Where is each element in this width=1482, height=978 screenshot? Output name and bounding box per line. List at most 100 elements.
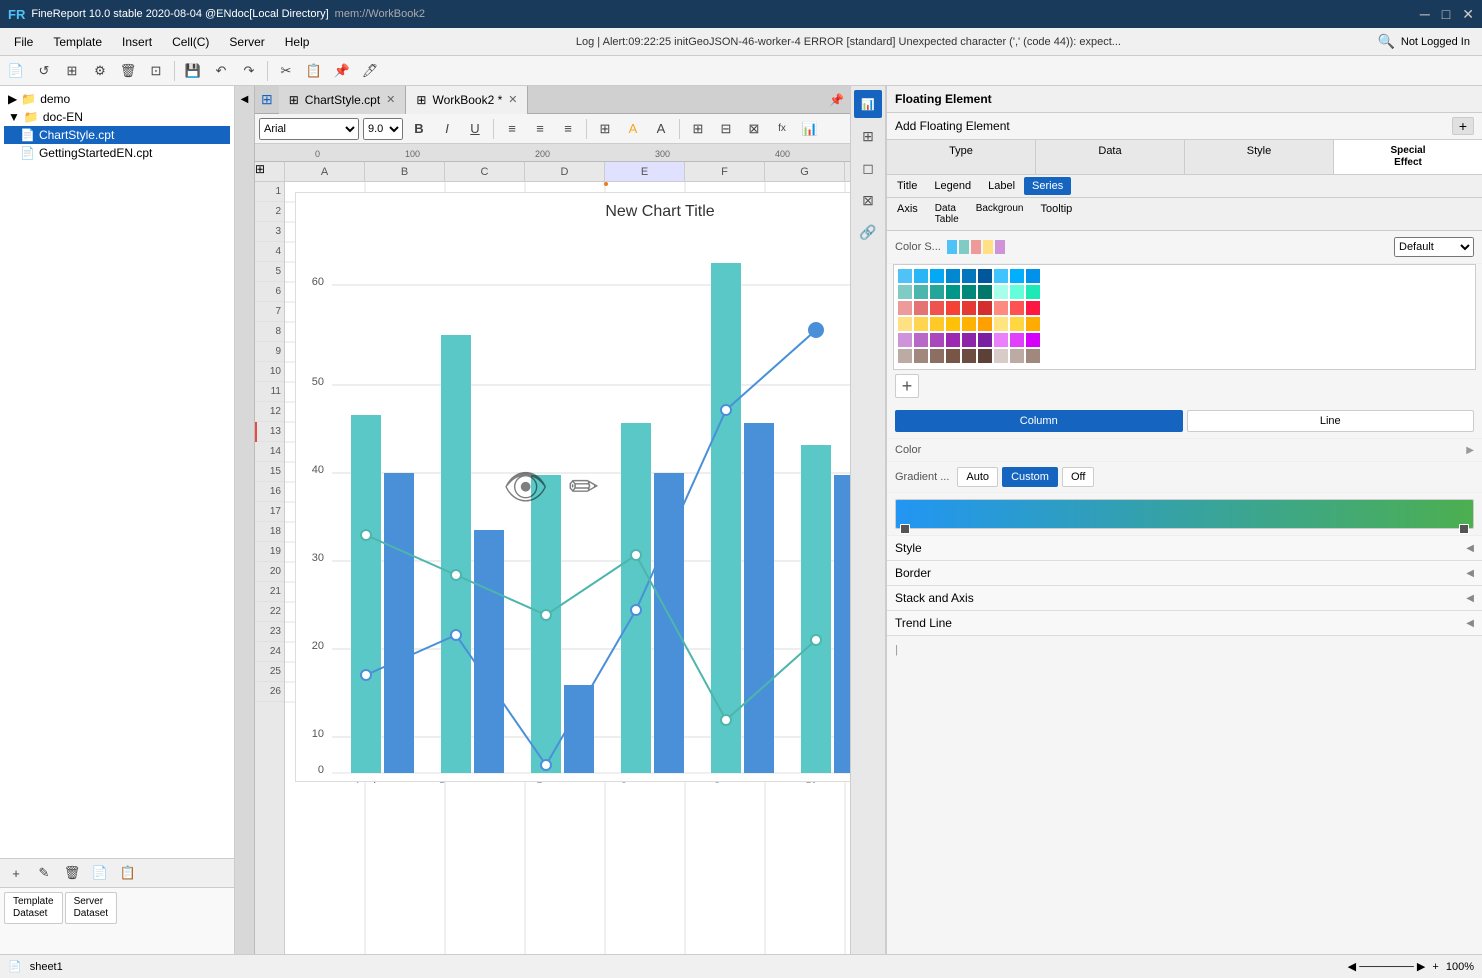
gradient-off-btn[interactable]: Off	[1062, 467, 1094, 487]
add-color-btn[interactable]: +	[895, 374, 919, 398]
color-cell[interactable]	[994, 269, 1008, 283]
sub-tab2-background[interactable]: Backgroun	[968, 200, 1032, 228]
color-cell[interactable]	[1026, 317, 1040, 331]
format-paste-btn[interactable]: 🖊	[358, 59, 382, 83]
gradient-custom-btn[interactable]: Custom	[1002, 467, 1058, 487]
edit-dataset-btn[interactable]: ✎	[32, 861, 56, 885]
zoom-out-btn[interactable]: ◀	[1348, 961, 1356, 973]
color-cell[interactable]	[1010, 317, 1024, 331]
prop-tab-special[interactable]: SpecialEffect	[1334, 140, 1482, 174]
color-cell[interactable]	[1010, 285, 1024, 299]
search-icon[interactable]: 🔍	[1377, 33, 1394, 50]
font-size-select[interactable]: 9.0	[363, 118, 403, 140]
layout-icon[interactable]: ⊠	[854, 186, 882, 214]
color-cell[interactable]	[946, 285, 960, 299]
template-dataset-tab[interactable]: TemplateDataset	[4, 892, 63, 924]
settings-btn[interactable]: ⚙	[88, 59, 112, 83]
border-section-header[interactable]: Border ◀	[887, 561, 1482, 586]
color-cell[interactable]	[962, 285, 976, 299]
refresh-btn[interactable]: ↺	[32, 59, 56, 83]
menu-file[interactable]: File	[4, 31, 43, 53]
color-cell[interactable]	[898, 301, 912, 315]
color-cell[interactable]	[978, 269, 992, 283]
color-cell[interactable]	[962, 333, 976, 347]
color-cell[interactable]	[994, 349, 1008, 363]
color-cell[interactable]	[930, 333, 944, 347]
menu-server[interactable]: Server	[219, 31, 274, 53]
color-cell[interactable]	[930, 317, 944, 331]
font-color-btn[interactable]: A	[649, 117, 673, 141]
formula-btn[interactable]: fx	[770, 117, 794, 141]
color-cell[interactable]	[946, 269, 960, 283]
color-cell[interactable]	[914, 349, 928, 363]
color-cell[interactable]	[898, 349, 912, 363]
tab-workbook2[interactable]: ⊞ WorkBook2 * ✕	[406, 86, 528, 114]
sheet-name[interactable]: sheet1	[30, 961, 63, 973]
color-cell[interactable]	[1026, 301, 1040, 315]
color-cell[interactable]	[994, 285, 1008, 299]
color-cell[interactable]	[930, 301, 944, 315]
redo-btn[interactable]: ↷	[237, 59, 261, 83]
chart-props-icon[interactable]: 📊	[854, 90, 882, 118]
maximize-btn[interactable]: □	[1442, 6, 1450, 23]
tab-close-chartstyle[interactable]: ✕	[386, 93, 395, 106]
paste-btn[interactable]: 📌	[330, 59, 354, 83]
fill-color-btn[interactable]: A	[621, 117, 645, 141]
color-cell[interactable]	[946, 317, 960, 331]
color-expand-arrow[interactable]: ▶	[1466, 445, 1474, 456]
cut-btn[interactable]: ✂	[274, 59, 298, 83]
line-chart-btn[interactable]: Line	[1187, 410, 1475, 432]
trend-line-section-header[interactable]: Trend Line ◀	[887, 611, 1482, 636]
save-btn[interactable]: 💾	[181, 59, 205, 83]
color-cell[interactable]	[946, 349, 960, 363]
close-btn[interactable]: ✕	[1462, 6, 1474, 23]
color-cell[interactable]	[1026, 269, 1040, 283]
gradient-auto-btn[interactable]: Auto	[957, 467, 998, 487]
color-cell[interactable]	[994, 333, 1008, 347]
tree-item-gettingstarted[interactable]: 📄 GettingStartedEN.cpt	[4, 144, 230, 162]
menu-template[interactable]: Template	[43, 31, 112, 53]
color-cell[interactable]	[946, 301, 960, 315]
filter-icon[interactable]: ⊞	[854, 122, 882, 150]
color-cell[interactable]	[962, 301, 976, 315]
menu-cell[interactable]: Cell(C)	[162, 31, 219, 53]
color-cell[interactable]	[1010, 269, 1024, 283]
color-cell[interactable]	[1010, 301, 1024, 315]
color-cell[interactable]	[1010, 333, 1024, 347]
sub-tab2-tooltip[interactable]: Tooltip	[1033, 200, 1081, 228]
color-cell[interactable]	[1026, 285, 1040, 299]
italic-btn[interactable]: I	[435, 117, 459, 141]
color-cell[interactable]	[994, 301, 1008, 315]
underline-btn[interactable]: U	[463, 117, 487, 141]
gradient-handle-left[interactable]	[900, 524, 910, 534]
widget-icon[interactable]: ◻	[854, 154, 882, 182]
tab-chartstyle[interactable]: ⊞ ChartStyle.cpt ✕	[279, 86, 407, 114]
prop-tab-data[interactable]: Data	[1036, 140, 1185, 174]
server-dataset-tab[interactable]: ServerDataset	[65, 892, 117, 924]
add-floating-btn[interactable]: +	[1452, 117, 1474, 135]
link-icon[interactable]: 🔗	[854, 218, 882, 246]
color-cell[interactable]	[898, 285, 912, 299]
color-cell[interactable]	[978, 349, 992, 363]
sub-tab-series[interactable]: Series	[1024, 177, 1071, 195]
chart-container[interactable]: New Chart Title 👁 ✏ 60 50	[295, 192, 850, 782]
delete-dataset-btn[interactable]: 🗑	[60, 861, 84, 885]
tree-item-doc-en[interactable]: ▼ 📁 doc-EN	[4, 108, 230, 126]
color-cell[interactable]	[914, 333, 928, 347]
delete-btn[interactable]: 🗑	[116, 59, 140, 83]
gradient-bar[interactable]	[895, 499, 1474, 529]
align-right-btn[interactable]: ≡	[556, 117, 580, 141]
color-cell[interactable]	[962, 349, 976, 363]
login-status[interactable]: Not Logged In	[1401, 36, 1470, 48]
color-cell[interactable]	[930, 349, 944, 363]
color-cell[interactable]	[930, 285, 944, 299]
grid-area[interactable]: New Chart Title 👁 ✏ 60 50	[285, 182, 850, 964]
copy-template-btn[interactable]: ⊡	[144, 59, 168, 83]
left-strip-btn1[interactable]: ◀	[237, 90, 252, 109]
color-cell[interactable]	[898, 317, 912, 331]
bold-btn[interactable]: B	[407, 117, 431, 141]
color-cell[interactable]	[898, 333, 912, 347]
sub-tab2-data-table[interactable]: DataTable	[927, 200, 967, 228]
align-center-btn[interactable]: ≡	[528, 117, 552, 141]
border-btn[interactable]: ⊞	[593, 117, 617, 141]
